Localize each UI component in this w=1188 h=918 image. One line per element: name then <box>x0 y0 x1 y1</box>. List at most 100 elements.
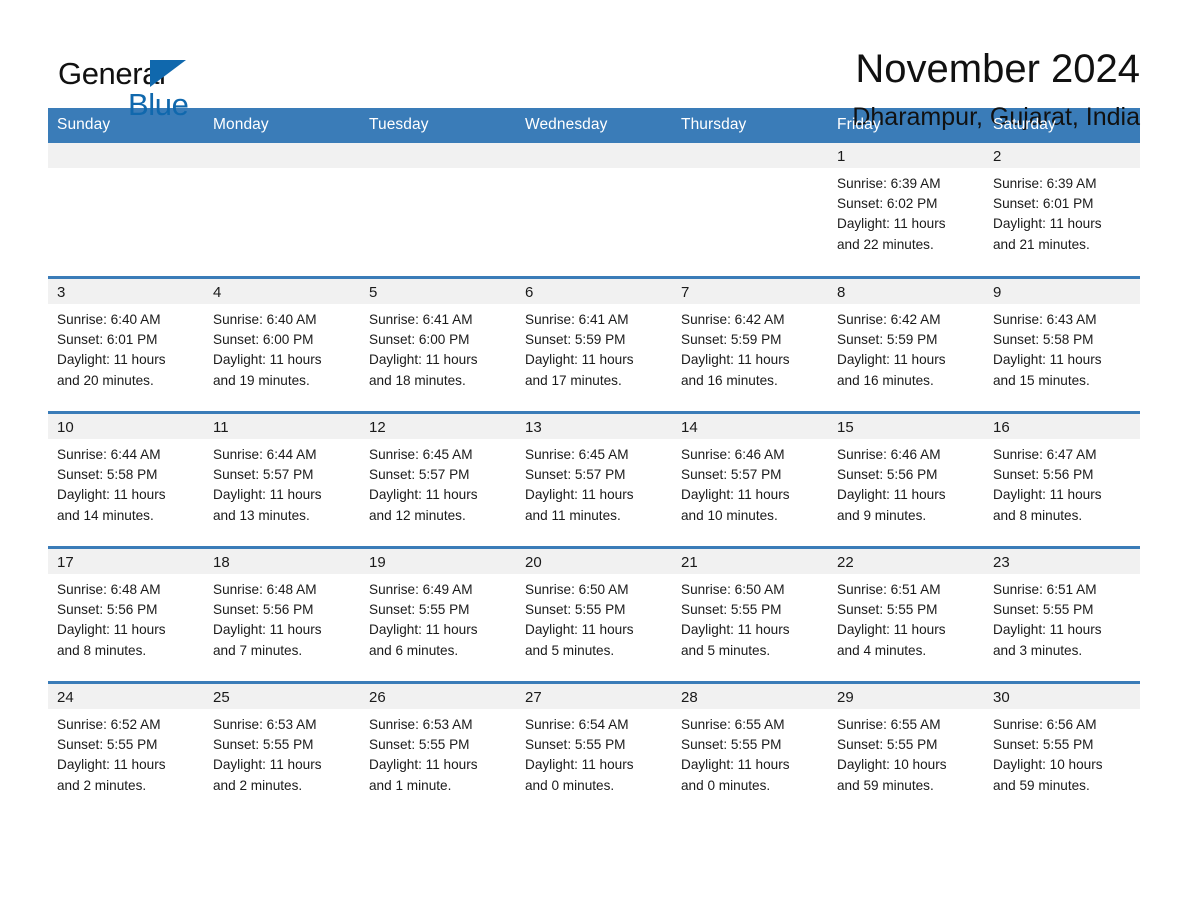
daylight-text-line2: and 4 minutes. <box>837 642 927 658</box>
daylight-text-line2: and 59 minutes. <box>993 777 1090 793</box>
daylight-text-line1: Daylight: 11 hours <box>213 757 322 773</box>
sunrise-text: Sunrise: 6:49 AM <box>369 582 473 597</box>
sunset-text: Sunset: 6:01 PM <box>57 332 158 348</box>
calendar-cell[interactable]: 3 Sunrise: 6:40 AM Sunset: 6:01 PM Daylight… <box>48 276 204 413</box>
day-number: 2 <box>984 143 1140 168</box>
sunrise-text: Sunrise: 6:40 AM <box>57 312 161 327</box>
calendar-cell[interactable] <box>48 143 204 278</box>
calendar-cell[interactable]: 15 Sunrise: 6:46 AM Sunset: 5:56 PM Dayligh… <box>828 411 984 548</box>
calendar-cell[interactable]: 18 Sunrise: 6:48 AM Sunset: 5:56 PM Dayligh… <box>204 546 360 683</box>
calendar-cell[interactable] <box>672 143 828 278</box>
day-details: Sunrise: 6:39 AM Sunset: 6:01 PM Daylight:… <box>984 168 1140 255</box>
sunrise-text: Sunrise: 6:54 AM <box>525 717 629 732</box>
day-number: 7 <box>672 279 828 304</box>
calendar-cell[interactable]: 28 Sunrise: 6:55 AM Sunset: 5:55 PM Dayligh… <box>672 681 828 816</box>
calendar-week-row: 3 Sunrise: 6:40 AM Sunset: 6:01 PM Daylight… <box>48 276 1140 413</box>
calendar-cell[interactable]: 14 Sunrise: 6:46 AM Sunset: 5:57 PM Dayligh… <box>672 411 828 548</box>
daylight-text-line2: and 2 minutes. <box>57 777 147 793</box>
daylight-text-line2: and 7 minutes. <box>213 642 303 658</box>
day-details: Sunrise: 6:45 AM Sunset: 5:57 PM Daylight:… <box>360 439 516 526</box>
day-number: 26 <box>360 684 516 709</box>
day-number: 13 <box>516 414 672 439</box>
day-details: Sunrise: 6:48 AM Sunset: 5:56 PM Daylight:… <box>204 574 360 661</box>
daylight-text-line2: and 10 minutes. <box>681 507 778 523</box>
calendar-cell[interactable] <box>360 143 516 278</box>
general-blue-logo[interactable]: General Blue <box>48 46 248 122</box>
sunset-text: Sunset: 5:55 PM <box>525 602 626 618</box>
sunset-text: Sunset: 6:00 PM <box>213 332 314 348</box>
day-number: 21 <box>672 549 828 574</box>
day-details: Sunrise: 6:43 AM Sunset: 5:58 PM Daylight:… <box>984 304 1140 391</box>
sunrise-text: Sunrise: 6:40 AM <box>213 312 317 327</box>
calendar-cell[interactable]: 13 Sunrise: 6:45 AM Sunset: 5:57 PM Dayligh… <box>516 411 672 548</box>
daylight-text-line1: Daylight: 11 hours <box>369 352 478 368</box>
day-number: 3 <box>48 279 204 304</box>
daylight-text-line2: and 8 minutes. <box>993 507 1083 523</box>
page-title: November 2024 <box>855 47 1140 91</box>
day-details: Sunrise: 6:56 AM Sunset: 5:55 PM Daylight:… <box>984 709 1140 796</box>
day-details: Sunrise: 6:49 AM Sunset: 5:55 PM Daylight:… <box>360 574 516 661</box>
sunset-text: Sunset: 5:59 PM <box>525 332 626 348</box>
calendar-body: 1 Sunrise: 6:39 AM Sunset: 6:02 PM Daylight… <box>48 143 1140 816</box>
daylight-text-line2: and 13 minutes. <box>213 507 310 523</box>
calendar-day-cell: 14 Sunrise: 6:46 AM Sunset: 5:57 PM Dayligh… <box>672 414 828 546</box>
day-number: 20 <box>516 549 672 574</box>
daylight-text-line2: and 5 minutes. <box>525 642 615 658</box>
daylight-text-line1: Daylight: 11 hours <box>525 622 634 638</box>
calendar-cell[interactable]: 29 Sunrise: 6:55 AM Sunset: 5:55 PM Dayligh… <box>828 681 984 816</box>
daylight-text-line2: and 16 minutes. <box>837 372 934 388</box>
day-number: 10 <box>48 414 204 439</box>
calendar-cell[interactable]: 16 Sunrise: 6:47 AM Sunset: 5:56 PM Dayligh… <box>984 411 1140 548</box>
calendar-cell[interactable]: 17 Sunrise: 6:48 AM Sunset: 5:56 PM Dayligh… <box>48 546 204 683</box>
calendar-day-cell: 17 Sunrise: 6:48 AM Sunset: 5:56 PM Dayligh… <box>48 549 204 681</box>
daylight-text-line2: and 14 minutes. <box>57 507 154 523</box>
calendar-cell[interactable]: 22 Sunrise: 6:51 AM Sunset: 5:55 PM Dayligh… <box>828 546 984 683</box>
daylight-text-line1: Daylight: 11 hours <box>57 622 166 638</box>
calendar-cell[interactable]: 30 Sunrise: 6:56 AM Sunset: 5:55 PM Dayligh… <box>984 681 1140 816</box>
calendar-cell[interactable]: 23 Sunrise: 6:51 AM Sunset: 5:55 PM Dayligh… <box>984 546 1140 683</box>
daylight-text-line2: and 21 minutes. <box>993 236 1090 252</box>
sunset-text: Sunset: 5:55 PM <box>993 737 1094 753</box>
weekday-header-thursday: Thursday <box>672 108 828 143</box>
calendar-cell[interactable]: 26 Sunrise: 6:53 AM Sunset: 5:55 PM Dayligh… <box>360 681 516 816</box>
sunrise-text: Sunrise: 6:39 AM <box>993 176 1097 191</box>
calendar-cell[interactable]: 25 Sunrise: 6:53 AM Sunset: 5:55 PM Dayligh… <box>204 681 360 816</box>
daylight-text-line2: and 19 minutes. <box>213 372 310 388</box>
calendar-cell[interactable]: 1 Sunrise: 6:39 AM Sunset: 6:02 PM Daylight… <box>828 143 984 278</box>
calendar-cell[interactable]: 12 Sunrise: 6:45 AM Sunset: 5:57 PM Dayligh… <box>360 411 516 548</box>
calendar-day-cell: 18 Sunrise: 6:48 AM Sunset: 5:56 PM Dayligh… <box>204 549 360 681</box>
triangle-icon <box>150 60 186 87</box>
sunrise-text: Sunrise: 6:52 AM <box>57 717 161 732</box>
daylight-text-line1: Daylight: 11 hours <box>369 622 478 638</box>
sunrise-text: Sunrise: 6:48 AM <box>57 582 161 597</box>
sunrise-text: Sunrise: 6:41 AM <box>525 312 629 327</box>
daylight-text-line1: Daylight: 11 hours <box>213 352 322 368</box>
sunrise-text: Sunrise: 6:42 AM <box>681 312 785 327</box>
day-details: Sunrise: 6:44 AM Sunset: 5:58 PM Daylight:… <box>48 439 204 526</box>
calendar-cell[interactable]: 19 Sunrise: 6:49 AM Sunset: 5:55 PM Dayligh… <box>360 546 516 683</box>
calendar-cell[interactable]: 9 Sunrise: 6:43 AM Sunset: 5:58 PM Daylight… <box>984 276 1140 413</box>
calendar-cell[interactable]: 21 Sunrise: 6:50 AM Sunset: 5:55 PM Dayligh… <box>672 546 828 683</box>
calendar-cell[interactable]: 6 Sunrise: 6:41 AM Sunset: 5:59 PM Daylight… <box>516 276 672 413</box>
daylight-text-line1: Daylight: 11 hours <box>525 487 634 503</box>
daylight-text-line1: Daylight: 11 hours <box>525 352 634 368</box>
calendar-cell[interactable]: 5 Sunrise: 6:41 AM Sunset: 6:00 PM Daylight… <box>360 276 516 413</box>
day-details: Sunrise: 6:42 AM Sunset: 5:59 PM Daylight:… <box>672 304 828 391</box>
calendar-day-cell: 7 Sunrise: 6:42 AM Sunset: 5:59 PM Daylight… <box>672 279 828 411</box>
calendar-cell[interactable]: 24 Sunrise: 6:52 AM Sunset: 5:55 PM Dayligh… <box>48 681 204 816</box>
sunrise-text: Sunrise: 6:55 AM <box>837 717 941 732</box>
calendar-week-row: 17 Sunrise: 6:48 AM Sunset: 5:56 PM Dayligh… <box>48 546 1140 683</box>
calendar-cell[interactable] <box>516 143 672 278</box>
sunset-text: Sunset: 5:56 PM <box>213 602 314 618</box>
calendar-cell[interactable]: 8 Sunrise: 6:42 AM Sunset: 5:59 PM Daylight… <box>828 276 984 413</box>
calendar-cell[interactable]: 11 Sunrise: 6:44 AM Sunset: 5:57 PM Dayligh… <box>204 411 360 548</box>
calendar-day-cell: 21 Sunrise: 6:50 AM Sunset: 5:55 PM Dayligh… <box>672 549 828 681</box>
calendar-cell[interactable]: 7 Sunrise: 6:42 AM Sunset: 5:59 PM Daylight… <box>672 276 828 413</box>
daylight-text-line2: and 0 minutes. <box>681 777 771 793</box>
calendar-cell[interactable]: 2 Sunrise: 6:39 AM Sunset: 6:01 PM Daylight… <box>984 143 1140 278</box>
calendar-cell[interactable]: 20 Sunrise: 6:50 AM Sunset: 5:55 PM Dayligh… <box>516 546 672 683</box>
calendar-cell[interactable]: 27 Sunrise: 6:54 AM Sunset: 5:55 PM Dayligh… <box>516 681 672 816</box>
calendar-cell[interactable]: 10 Sunrise: 6:44 AM Sunset: 5:58 PM Dayligh… <box>48 411 204 548</box>
calendar-cell[interactable]: 4 Sunrise: 6:40 AM Sunset: 6:00 PM Daylight… <box>204 276 360 413</box>
calendar-cell[interactable] <box>204 143 360 278</box>
